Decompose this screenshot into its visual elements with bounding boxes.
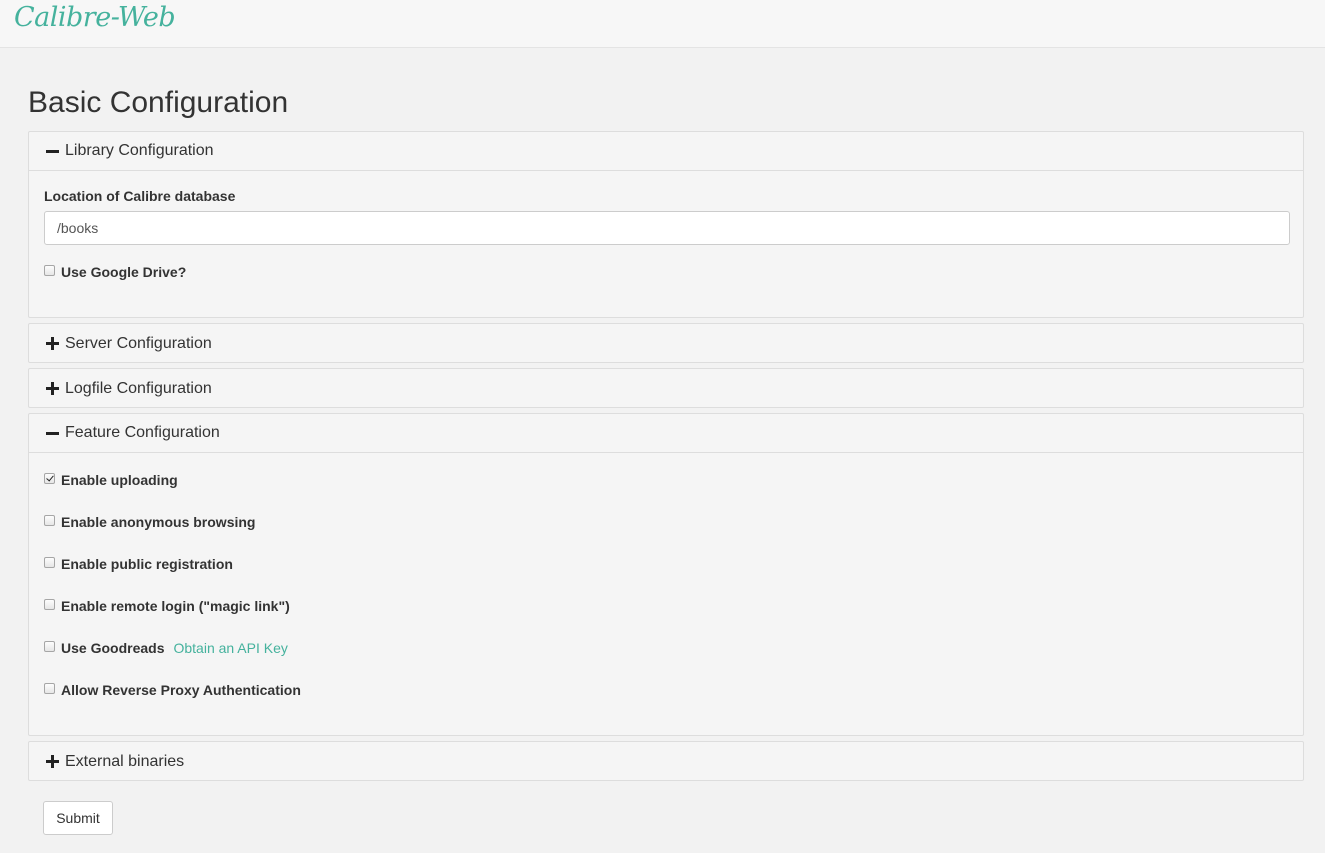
feature-configuration-header[interactable]: Feature Configuration [29,414,1303,453]
enable-uploading-label: Enable uploading [61,472,178,488]
public-registration-checkbox[interactable] [44,556,55,568]
google-drive-checkbox[interactable] [44,264,55,276]
remote-login-label: Enable remote login ("magic link") [61,598,290,614]
public-registration-option: Enable public registration [44,554,233,574]
panel-title: External binaries [65,752,185,770]
logfile-configuration-panel: Logfile Configuration [28,368,1304,408]
external-binaries-panel: External binaries [28,741,1304,781]
reverse-proxy-option: Allow Reverse Proxy Authentication [44,680,301,700]
panel-title: Server Configuration [65,334,212,352]
remote-login-checkbox[interactable] [44,598,55,610]
panel-title: Feature Configuration [65,424,220,441]
anonymous-browsing-option: Enable anonymous browsing [44,512,255,532]
google-drive-option: Use Google Drive? [44,262,186,282]
anonymous-browsing-label: Enable anonymous browsing [61,514,256,530]
anonymous-browsing-checkbox[interactable] [44,514,55,526]
enable-uploading-checkbox[interactable] [44,472,55,484]
calibre-db-input[interactable]: /books [44,211,1290,245]
brand-logo[interactable]: Calibre-Web [14,2,176,33]
logfile-configuration-header[interactable]: Logfile Configuration [29,369,1303,408]
feature-configuration-panel: Feature Configuration Enable uploading E… [28,413,1304,736]
server-configuration-header[interactable]: Server Configuration [29,324,1303,363]
minus-icon [46,145,59,158]
library-configuration-panel: Library Configuration Location of Calibr… [28,131,1304,318]
remote-login-option: Enable remote login ("magic link") [44,596,290,616]
external-binaries-header[interactable]: External binaries [29,742,1303,781]
minus-icon [46,427,59,440]
goodreads-checkbox[interactable] [44,640,55,652]
library-configuration-header[interactable]: Library Configuration [29,132,1303,171]
panel-title: Library Configuration [65,142,214,159]
goodreads-api-key-link[interactable]: Obtain an API Key [173,640,287,656]
calibre-db-label: Location of Calibre database [44,188,236,204]
panel-title: Logfile Configuration [65,379,212,397]
google-drive-label: Use Google Drive? [61,264,187,280]
navbar: Calibre-Web [0,0,1325,48]
plus-icon [46,337,59,350]
server-configuration-panel: Server Configuration [28,323,1304,363]
page-title: Basic Configuration [28,86,289,119]
reverse-proxy-checkbox[interactable] [44,682,55,694]
goodreads-option: Use Goodreads Obtain an API Key [44,638,288,658]
goodreads-label: Use Goodreads [61,640,165,656]
plus-icon [46,755,59,768]
submit-button[interactable]: Submit [43,801,113,835]
public-registration-label: Enable public registration [61,556,233,572]
plus-icon [46,382,59,395]
reverse-proxy-label: Allow Reverse Proxy Authentication [61,682,301,698]
enable-uploading-option: Enable uploading [44,470,178,490]
